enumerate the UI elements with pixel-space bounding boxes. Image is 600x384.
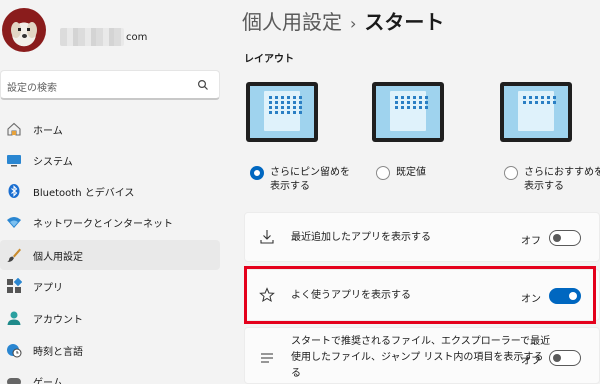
game-icon	[7, 378, 21, 384]
sidebar-item-gaming[interactable]: ゲーム	[0, 366, 220, 384]
search-icon	[197, 79, 208, 90]
sidebar-item-label: アカウント	[33, 315, 83, 326]
sidebar-item-label: アプリ	[33, 283, 63, 294]
setting-label: 最近追加したアプリを表示する	[291, 232, 431, 243]
network-icon	[7, 217, 21, 228]
sidebar-item-accounts[interactable]: アカウント	[0, 303, 220, 333]
radio-label: 既定値	[396, 167, 426, 178]
search-placeholder: 設定の検索	[7, 83, 57, 94]
layout-preview	[246, 82, 318, 142]
layout-option-default[interactable]	[372, 82, 444, 142]
profile[interactable]: com	[0, 6, 224, 56]
sidebar-item-home[interactable]: ホーム	[0, 114, 220, 144]
sidebar-item-label: 個人用設定	[33, 252, 83, 263]
sidebar-item-label: ホーム	[33, 126, 63, 137]
breadcrumb-current: スタート	[364, 10, 445, 34]
radio-label: さらにピン留めを 表示する	[270, 167, 350, 192]
toggle-state-text: オフ	[521, 236, 541, 247]
sidebar-item-label: Bluetooth とデバイス	[33, 188, 135, 199]
download-icon	[260, 230, 274, 244]
sidebar-item-network[interactable]: ネットワークとインターネット	[0, 207, 220, 237]
sidebar-item-system[interactable]: システム	[0, 145, 220, 175]
list-icon	[261, 353, 273, 363]
page-title: 個人用設定 › スタート	[242, 6, 444, 35]
bluetooth-icon	[8, 184, 20, 198]
main-content: 個人用設定 › スタート レイアウト さらにピン留めを 表示する 既定値 さらにおすす…	[224, 0, 600, 384]
sidebar-item-time-language[interactable]: 時刻と言語	[0, 335, 220, 365]
layout-preview	[500, 82, 572, 142]
radio-default[interactable]	[376, 166, 390, 180]
setting-recently-added-apps: 最近追加したアプリを表示する オフ	[244, 212, 600, 262]
apps-icon	[7, 278, 22, 293]
brush-icon	[7, 248, 21, 263]
system-icon	[7, 155, 21, 167]
sidebar-item-personalization[interactable]: 個人用設定	[0, 240, 220, 270]
toggle-state-text: オフ	[521, 356, 541, 367]
sidebar-item-apps[interactable]: アプリ	[0, 271, 220, 301]
sidebar-item-bluetooth[interactable]: Bluetooth とデバイス	[0, 176, 220, 206]
setting-recommended-files: スタートで推奨されるファイル、エクスプローラーで最近 使用したファイル、ジャンプ…	[244, 327, 600, 384]
breadcrumb-parent[interactable]: 個人用設定	[242, 10, 342, 34]
radio-label: さらにおすすめを 表示する	[524, 167, 600, 192]
layout-preview	[372, 82, 444, 142]
sidebar-item-label: ゲーム	[33, 378, 63, 384]
radio-more-recommendations[interactable]	[504, 166, 518, 180]
home-icon	[7, 122, 21, 136]
layout-option-more-pins[interactable]	[246, 82, 318, 142]
toggle-switch[interactable]	[549, 350, 581, 366]
radio-more-pins[interactable]	[250, 166, 264, 180]
email-redacted	[60, 28, 124, 46]
layout-option-more-recommendations[interactable]	[500, 82, 572, 142]
highlight-box	[244, 266, 596, 324]
avatar[interactable]	[2, 8, 46, 52]
email-suffix: com	[126, 32, 148, 43]
account-icon	[7, 311, 21, 325]
sidebar-item-label: 時刻と言語	[33, 347, 83, 358]
sidebar-item-label: システム	[33, 157, 73, 168]
globe-clock-icon	[7, 344, 22, 358]
search-input[interactable]: 設定の検索	[0, 70, 220, 100]
breadcrumb-separator: ›	[350, 14, 357, 33]
sidebar-item-label: ネットワークとインターネット	[33, 219, 173, 230]
sidebar: com 設定の検索 ホーム システム Bluetooth とデバイス ネットワー…	[0, 0, 224, 384]
toggle-switch[interactable]	[549, 230, 581, 246]
setting-label: スタートで推奨されるファイル、エクスプローラーで最近 使用したファイル、ジャンプ…	[291, 336, 551, 379]
layout-heading: レイアウト	[244, 54, 294, 65]
